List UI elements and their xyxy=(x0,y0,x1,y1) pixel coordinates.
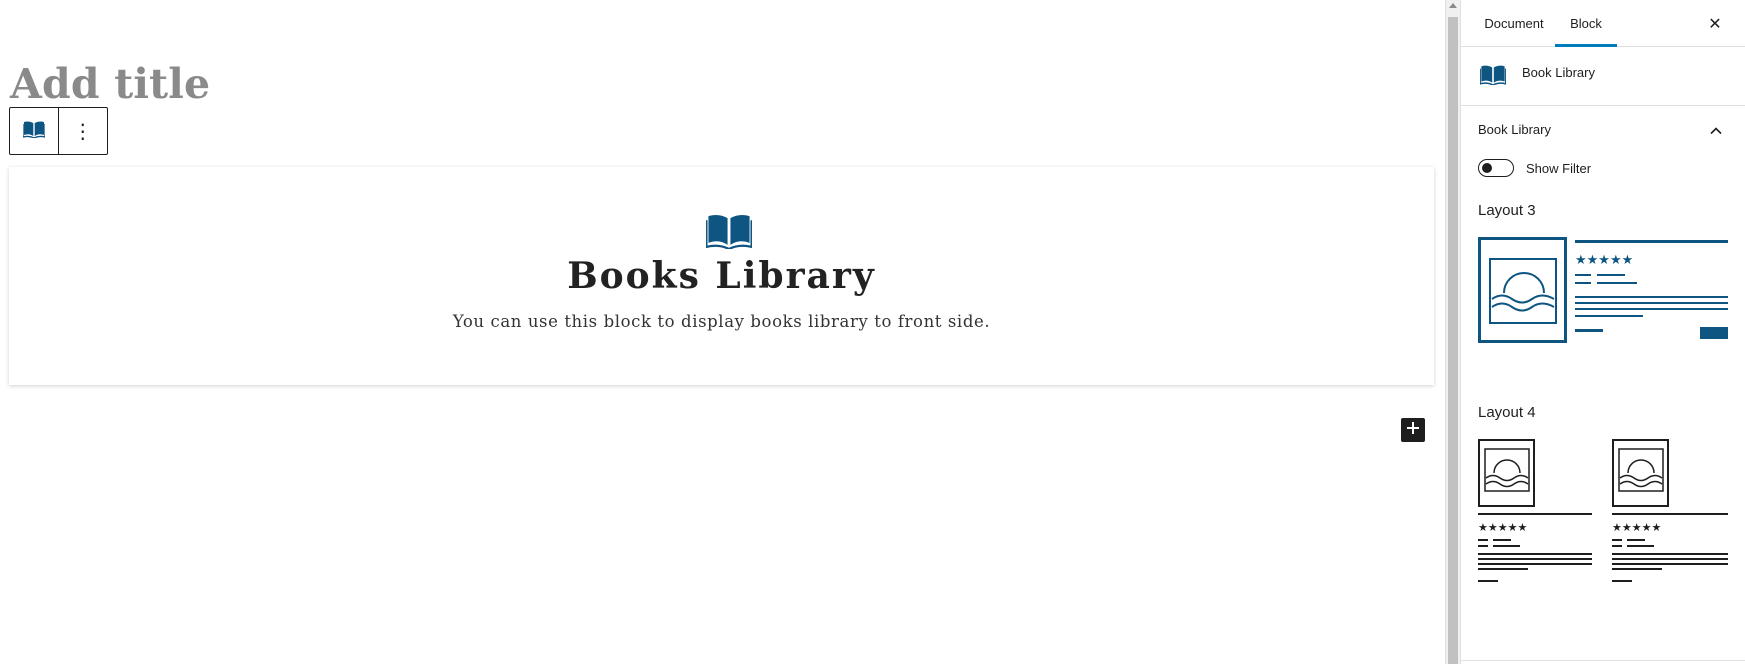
post-title-input[interactable]: Add title xyxy=(10,60,210,108)
layout-3-option[interactable]: ★★★★★ xyxy=(1478,237,1728,345)
layout-3-label: Layout 3 xyxy=(1478,202,1536,219)
block-description: You can use this block to display books … xyxy=(452,312,991,331)
close-sidebar-button[interactable]: ✕ xyxy=(1703,11,1727,35)
close-icon: ✕ xyxy=(1708,13,1722,33)
block-options-button[interactable]: ⋮ xyxy=(59,108,108,154)
show-filter-row: Show Filter xyxy=(1478,158,1591,178)
block-card: Book Library xyxy=(1461,47,1745,106)
show-filter-label: Show Filter xyxy=(1526,160,1592,176)
layout-4-preview-icon: ★★★★★ ★★★★★ xyxy=(1478,439,1728,593)
layout-4-option[interactable]: ★★★★★ ★★★★★ xyxy=(1478,439,1728,589)
layout-4-label: Layout 4 xyxy=(1478,404,1536,421)
block-heading: Books Library xyxy=(567,255,876,297)
block-inserter-button[interactable] xyxy=(1401,418,1425,442)
scrollbar-thumb[interactable] xyxy=(1448,17,1458,664)
svg-text:★★★★★: ★★★★★ xyxy=(1575,253,1633,268)
book-icon xyxy=(1479,64,1507,90)
sidebar-divider xyxy=(1461,660,1745,661)
plus-icon xyxy=(1406,421,1420,440)
sidebar-tabs: Document Block ✕ xyxy=(1461,0,1745,47)
tab-document-label: Document xyxy=(1484,16,1544,31)
block-card-title: Book Library xyxy=(1522,65,1595,80)
book-icon xyxy=(22,120,46,143)
books-library-block[interactable]: Books Library You can use this block to … xyxy=(9,167,1434,385)
tab-block-label: Block xyxy=(1570,16,1602,31)
panel-title: Book Library xyxy=(1478,122,1551,137)
block-type-button[interactable] xyxy=(10,108,59,154)
settings-sidebar: Document Block ✕ Book Library Book Libra… xyxy=(1460,0,1745,664)
tab-document[interactable]: Document xyxy=(1467,0,1561,47)
editor-scrollbar[interactable] xyxy=(1445,0,1460,664)
chevron-up-icon xyxy=(1709,123,1723,141)
toggle-knob xyxy=(1482,163,1492,173)
book-icon xyxy=(705,212,753,254)
tab-block[interactable]: Block xyxy=(1555,0,1617,47)
svg-text:★★★★★: ★★★★★ xyxy=(1612,521,1661,534)
editor-canvas: Add title ⋮ Books Library You can use th… xyxy=(0,0,1445,664)
svg-text:★★★★★: ★★★★★ xyxy=(1478,521,1527,534)
kebab-menu-icon: ⋮ xyxy=(72,119,93,143)
layout-3-preview-icon: ★★★★★ xyxy=(1478,237,1728,349)
panel-toggle-book-library[interactable]: Book Library xyxy=(1461,107,1745,151)
show-filter-toggle[interactable] xyxy=(1478,159,1514,177)
block-toolbar: ⋮ xyxy=(9,107,108,155)
scroll-up-arrow-icon[interactable] xyxy=(1449,3,1457,8)
